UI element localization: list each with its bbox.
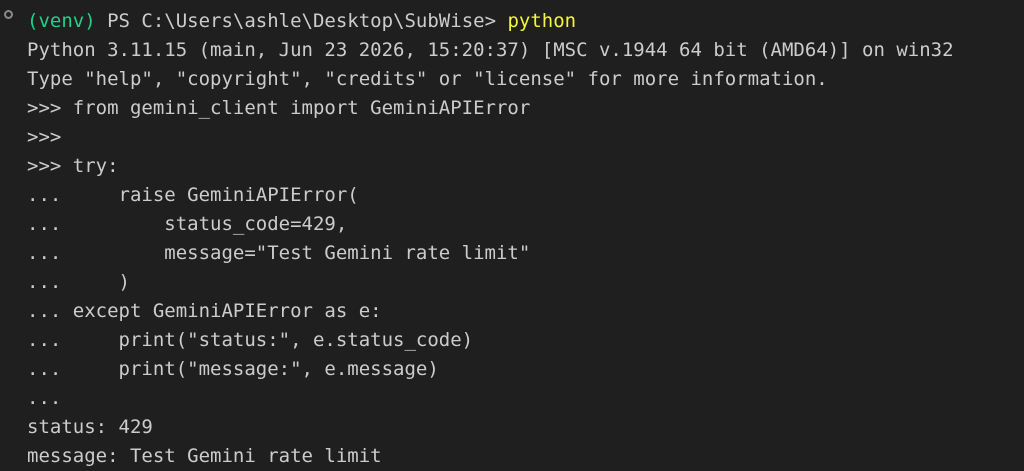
output-line: message: Test Gemini rate limit bbox=[27, 445, 382, 467]
output-line: status: 429 bbox=[27, 416, 153, 438]
prompt-line: (venv) PS C:\Users\ashle\Desktop\SubWise… bbox=[27, 7, 954, 36]
output-line: ... print("message:", e.message) bbox=[27, 358, 439, 380]
prompt-command: python bbox=[507, 10, 577, 32]
output-line: >>> from gemini_client import GeminiAPIE… bbox=[27, 97, 531, 119]
terminal-panel[interactable]: (venv) PS C:\Users\ashle\Desktop\SubWise… bbox=[0, 0, 1024, 471]
output-line: Python 3.11.15 (main, Jun 23 2026, 15:20… bbox=[27, 39, 954, 61]
output-line: ... bbox=[27, 387, 62, 409]
output-line: ... message="Test Gemini rate limit" bbox=[27, 242, 531, 264]
output-line: ... except GeminiAPIError as e: bbox=[27, 300, 382, 322]
output-line: Type "help", "copyright", "credits" or "… bbox=[27, 68, 828, 90]
circle-status-icon bbox=[4, 10, 13, 19]
output-line: ... status_code=429, bbox=[27, 213, 348, 235]
prompt-path: PS C:\Users\ashle\Desktop\SubWise> bbox=[95, 10, 508, 32]
output-line: ... raise GeminiAPIError( bbox=[27, 184, 359, 206]
output-line: ... ) bbox=[27, 271, 130, 293]
output-line: ... print("status:", e.status_code) bbox=[27, 329, 474, 351]
output-line: >>> try: bbox=[27, 155, 119, 177]
terminal-output: (venv) PS C:\Users\ashle\Desktop\SubWise… bbox=[27, 7, 954, 471]
output-line: >>> bbox=[27, 126, 62, 148]
venv-indicator: (venv) bbox=[27, 10, 96, 32]
